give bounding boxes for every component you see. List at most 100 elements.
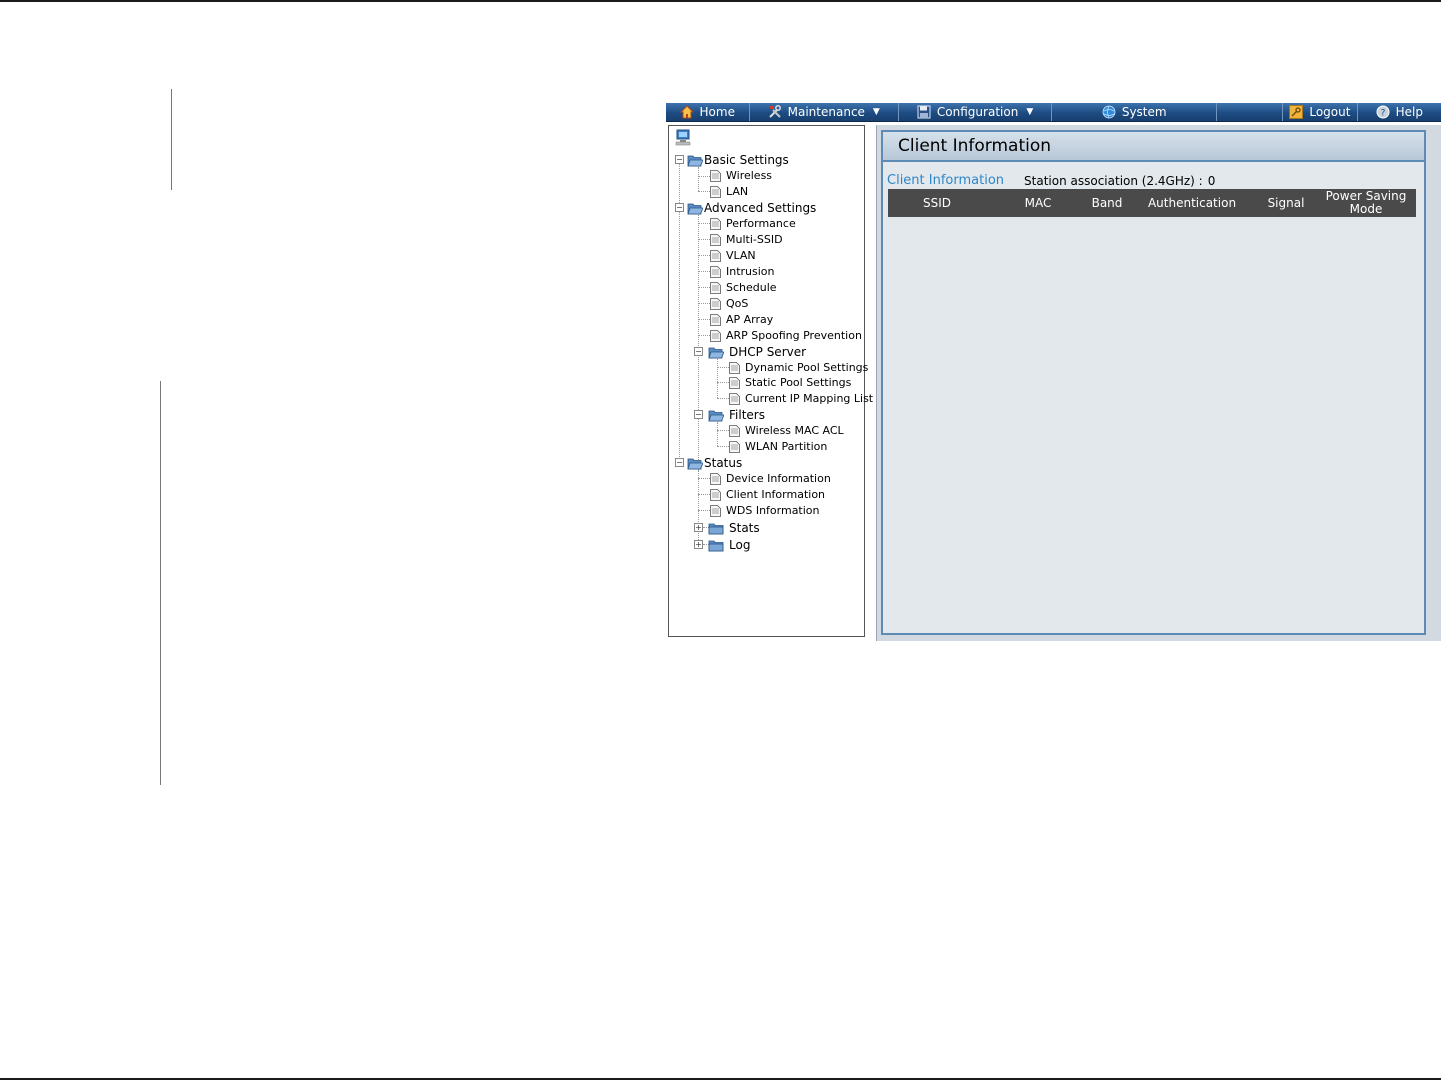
expand-stats-icon[interactable]: + [694,523,703,532]
tree-item-arp-spoofing-prevention-label: ARP Spoofing Prevention [726,329,862,342]
tree-item-vlan[interactable]: VLAN [710,248,756,264]
tree-item-dynamic-pool-settings-label: Dynamic Pool Settings [745,361,869,374]
menu-logout-label: Logout [1309,105,1351,119]
tree-item-lan-label: LAN [726,185,749,198]
tree-item-wds-information-label: WDS Information [726,504,820,517]
tree-item-dynamic-pool-settings[interactable]: Dynamic Pool Settings [729,360,868,376]
tree-item-current-ip-mapping-list[interactable]: Current IP Mapping List [729,391,873,407]
menu-help[interactable]: ? Help [1358,103,1441,121]
column-band: Band [1091,195,1123,210]
collapse-basic-settings-icon[interactable]: − [675,155,684,164]
section-label: Client Information [887,173,1005,188]
menu-home[interactable]: Home [666,103,750,121]
page-bottom-rule [0,1078,1441,1080]
tree-folder-advanced-settings-label: Advanced Settings [704,201,817,215]
menu-home-label: Home [699,105,735,119]
tree-item-performance[interactable]: Performance [710,216,796,232]
tree-item-intrusion[interactable]: Intrusion [710,264,775,280]
collapse-filters-icon[interactable]: − [694,410,703,419]
globe-icon [1102,105,1116,119]
client-information-panel: Client Information Client Information St… [881,130,1426,635]
menu-maintenance[interactable]: Maintenance ▼ [750,103,899,121]
tree-item-wlan-partition[interactable]: WLAN Partition [729,439,827,455]
floppy-icon [917,105,931,119]
tree-item-ap-array[interactable]: AP Array [710,312,773,328]
tree-folder-status[interactable]: Status [687,455,742,471]
column-ssid: SSID [922,195,951,210]
tree-folder-dhcp-server[interactable]: DHCP Server [708,344,806,360]
tree-item-wireless-label: Wireless [726,169,773,182]
tree-item-static-pool-settings[interactable]: Static Pool Settings [729,375,851,391]
page-icon [729,441,740,453]
tree-item-performance-label: Performance [726,217,796,230]
page-icon [710,218,721,230]
folder-closed-icon [708,523,724,534]
menu-system[interactable]: System [1052,103,1218,121]
menu-logout[interactable]: Logout [1282,103,1358,121]
tree-item-schedule[interactable]: Schedule [710,280,777,296]
tree-item-device-information-label: Device Information [726,472,831,485]
tree-item-current-ip-mapping-list-label: Current IP Mapping List [745,392,874,405]
page-top-rule [0,0,1441,2]
column-authentication: Authentication [1147,195,1237,210]
page-icon [710,298,721,310]
page-icon [710,505,721,517]
page-icon [729,425,740,437]
folder-open-icon [687,458,703,469]
tree-folder-advanced-settings[interactable]: Advanced Settings [687,200,816,216]
network-computer-icon[interactable] [675,129,693,147]
tree-item-arp-spoofing-prevention[interactable]: ARP Spoofing Prevention [710,328,862,344]
column-power-saving-mode: Power Saving Mode [1325,189,1407,216]
page-icon [729,377,740,389]
collapse-status-icon[interactable]: − [675,458,684,467]
page-icon [710,314,721,326]
collapse-advanced-settings-icon[interactable]: − [675,203,684,212]
chevron-down-icon: ▼ [1026,107,1034,117]
folder-open-icon [708,410,724,421]
page-icon [710,489,721,501]
navigation-tree: − Basic Settings Wireless LAN − Advanced… [668,125,873,637]
menu-configuration[interactable]: Configuration ▼ [899,103,1053,121]
tree-folder-status-label: Status [704,456,743,470]
page-icon [710,473,721,485]
tree-folder-filters[interactable]: Filters [708,407,765,423]
tree-item-wds-information[interactable]: WDS Information [710,503,820,519]
tree-folder-stats[interactable]: Stats [708,520,760,536]
tree-item-wireless[interactable]: Wireless [710,168,772,184]
tree-folder-stats-label: Stats [729,521,760,535]
tree-item-device-information[interactable]: Device Information [710,471,831,487]
column-mac: MAC [1024,195,1052,210]
tree-item-wireless-mac-acl-label: Wireless MAC ACL [745,424,844,437]
tree-folder-log-label: Log [729,538,751,552]
tree-item-ap-array-label: AP Array [726,313,774,326]
page-icon [710,186,721,198]
tree-item-wireless-mac-acl[interactable]: Wireless MAC ACL [729,423,844,439]
tree-item-wlan-partition-label: WLAN Partition [745,440,828,453]
tree-folder-dhcp-server-label: DHCP Server [729,345,807,359]
tree-item-multi-ssid-label: Multi-SSID [726,233,783,246]
side-margin-line-upper [171,89,172,190]
tree-folder-log[interactable]: Log [708,537,750,553]
menu-help-label: Help [1395,105,1423,119]
tree-item-lan[interactable]: LAN [710,184,748,200]
tree-item-schedule-label: Schedule [726,281,777,294]
station-association-row: Client Information Station association (… [887,173,1215,188]
tree-folder-basic-settings[interactable]: Basic Settings [687,152,789,168]
page-icon [710,330,721,342]
tree-item-client-information[interactable]: Client Information [710,487,825,503]
menu-system-label: System [1121,105,1167,119]
tree-item-qos[interactable]: QoS [710,296,748,312]
page-title: Client Information [898,136,1052,156]
column-signal: Signal [1267,195,1305,210]
chevron-down-icon: ▼ [872,107,880,117]
expand-log-icon[interactable]: + [694,540,703,549]
folder-open-icon [708,347,724,358]
tree-folder-filters-label: Filters [729,408,765,422]
station-association-label: Station association (2.4GHz) : [1024,173,1203,188]
page-icon [710,234,721,246]
collapse-dhcp-server-icon[interactable]: − [694,347,703,356]
tree-item-client-information-label: Client Information [726,488,826,501]
tree-item-qos-label: QoS [726,297,749,310]
tree-item-multi-ssid[interactable]: Multi-SSID [710,232,783,248]
tree-folder-basic-settings-label: Basic Settings [704,153,789,167]
